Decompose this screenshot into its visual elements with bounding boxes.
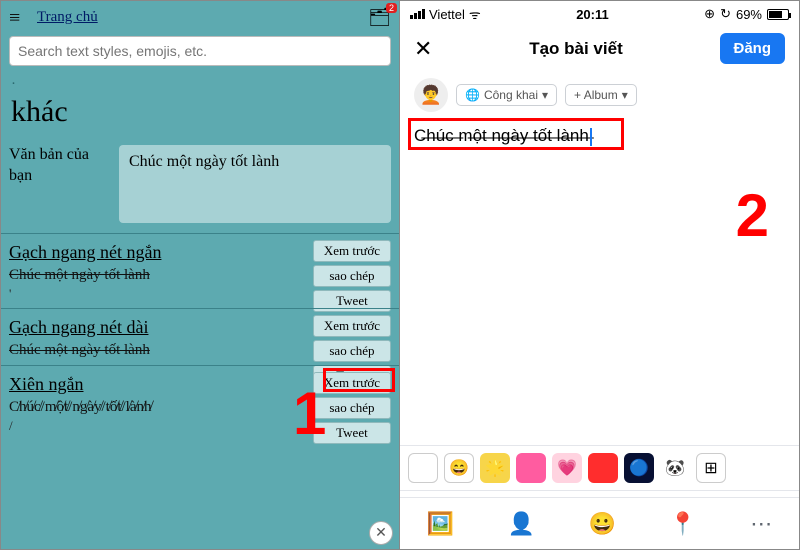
highlight-compose-text — [408, 118, 624, 150]
step-number-1: 1 — [293, 379, 326, 448]
chevron-down-icon: ▾ — [542, 88, 548, 102]
style-block: Gạch ngang nét ngắnChúc một ngày tốt làn… — [1, 233, 399, 308]
step-number-2: 2 — [736, 181, 769, 250]
background-option[interactable]: 🔵 — [624, 453, 654, 483]
home-link[interactable]: Trang chủ — [37, 9, 98, 26]
style-block: Gạch ngang nét dàiChúc một ngày tốt lành… — [1, 308, 399, 365]
background-option[interactable]: ⊞ — [696, 453, 726, 483]
close-button[interactable]: ✕ — [414, 36, 432, 62]
background-option[interactable]: 💗 — [552, 453, 582, 483]
chevron-down-icon: ▾ — [622, 88, 628, 102]
close-ad-button[interactable]: ✕ — [369, 521, 393, 545]
background-option[interactable] — [588, 453, 618, 483]
facebook-compose-panel: Viettel ᯤ 20:11 ⊕ ↻ 69% ✕ Tạo bài viết Đ… — [400, 1, 799, 549]
orientation-lock-icon: ↻ — [720, 6, 731, 22]
carrier-label: Viettel — [429, 7, 465, 22]
copy-button[interactable]: sao chép — [313, 340, 391, 362]
compose-textarea[interactable]: C̶h̶ú̶c̶ ̶m̶ộ̶t̶ ̶n̶g̶à̶y̶ ̶t̶ố̶t̶ ̶l̶à̶… — [400, 120, 799, 152]
background-option[interactable] — [516, 453, 546, 483]
location-button[interactable]: 📍 — [669, 511, 696, 537]
feeling-button[interactable]: 😀 — [588, 511, 615, 537]
preview-button[interactable]: Xem trước — [313, 315, 391, 337]
action-bar: 🖼️ 👤 😀 📍 ⋯ — [400, 497, 799, 549]
your-text-input[interactable]: Chúc một ngày tốt lành — [119, 145, 391, 223]
search-input[interactable] — [9, 36, 391, 66]
clock: 20:11 — [481, 7, 704, 22]
highlight-copy-button — [323, 368, 395, 392]
battery-icon — [767, 9, 789, 20]
text-style-app-panel: ≡ Trang chủ 🗂 2 · khác Văn bản của bạn C… — [1, 1, 400, 549]
signal-icon — [410, 9, 425, 19]
alarm-icon: ⊕ — [704, 6, 715, 22]
privacy-selector[interactable]: 🌐 Công khai ▾ — [456, 84, 557, 106]
copy-button[interactable]: sao chép — [313, 265, 391, 287]
tag-people-button[interactable]: 👤 — [508, 511, 535, 537]
globe-icon: 🌐 — [465, 88, 480, 102]
battery-percent: 69% — [736, 7, 762, 22]
background-picker: 😄🌟 💗 🔵🐼⊞ — [400, 445, 799, 491]
section-title: khác — [1, 93, 399, 143]
background-option[interactable]: 😄 — [444, 453, 474, 483]
post-button[interactable]: Đăng — [720, 33, 786, 64]
background-option[interactable]: 🐼 — [660, 453, 690, 483]
avatar[interactable]: 🧑‍🦱 — [414, 78, 448, 112]
background-option[interactable] — [408, 453, 438, 483]
compose-title: Tạo bài viết — [432, 39, 719, 59]
hamburger-icon[interactable]: ≡ — [9, 8, 31, 28]
album-selector[interactable]: + Album ▾ — [565, 84, 637, 106]
background-option[interactable]: 🌟 — [480, 453, 510, 483]
notif-badge: 2 — [386, 3, 397, 13]
wifi-icon: ᯤ — [469, 5, 481, 23]
more-button[interactable]: ⋯ — [750, 511, 772, 537]
preview-button[interactable]: Xem trước — [313, 240, 391, 262]
notifications-button[interactable]: 🗂 2 — [368, 7, 391, 28]
your-text-label: Văn bản của bạn — [9, 145, 109, 223]
photo-button[interactable]: 🖼️ — [427, 511, 454, 537]
status-bar: Viettel ᯤ 20:11 ⊕ ↻ 69% — [400, 1, 799, 25]
